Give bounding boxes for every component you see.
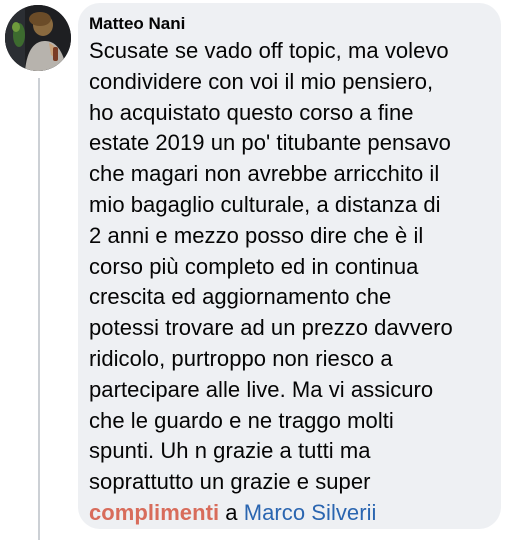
- comment-text: Scusate se vado off topic, ma volevo con…: [89, 36, 493, 529]
- comment-text-line: che le guardo e ne traggo molti: [89, 407, 394, 433]
- reply-thread-line: [38, 78, 40, 540]
- comment-text-line: crescita ed aggiornamento che: [89, 284, 392, 310]
- comment-text-line: ho acquistato questo corso a fine: [89, 99, 414, 125]
- user-mention-link[interactable]: Marco Silverii: [244, 500, 377, 525]
- comment-text-line: spunti. Uh n grazie a tutti ma: [89, 438, 371, 464]
- comment-text-line: corso più completo ed in continua: [89, 253, 419, 279]
- avatar[interactable]: [5, 5, 71, 71]
- comment-text-line: ridicolo, purtroppo non riesco a: [89, 345, 393, 371]
- highlighted-word-link[interactable]: complimenti: [89, 500, 219, 525]
- comment-text-line: potessi trovare ad un prezzo davvero: [89, 315, 453, 341]
- comment-text-line: soprattutto un grazie e super: [89, 469, 371, 495]
- comment-text-line: che magari non avrebbe arricchito il: [89, 161, 440, 187]
- comment-text-line: Scusate se vado off topic, ma volevo: [89, 38, 449, 63]
- comment-bubble: Matteo Nani Scusate se vado off topic, m…: [78, 3, 501, 529]
- avatar-photo: [5, 5, 71, 71]
- connector-text: a: [219, 499, 244, 525]
- comment-text-line: estate 2019 un po' titubante pensavo: [89, 130, 451, 156]
- comment-final-line: complimenti a Marco Silverii: [89, 498, 493, 529]
- comment-text-line: partecipare alle live. Ma vi assicuro: [89, 376, 434, 402]
- comment-text-line: mio bagaglio culturale, a distanza di: [89, 191, 441, 217]
- comment-text-line: condividere con voi il mio pensiero,: [89, 68, 434, 94]
- comment-text-line: 2 anni e mezzo posso dire che è il: [89, 222, 424, 248]
- comment-author-name[interactable]: Matteo Nani: [89, 13, 493, 35]
